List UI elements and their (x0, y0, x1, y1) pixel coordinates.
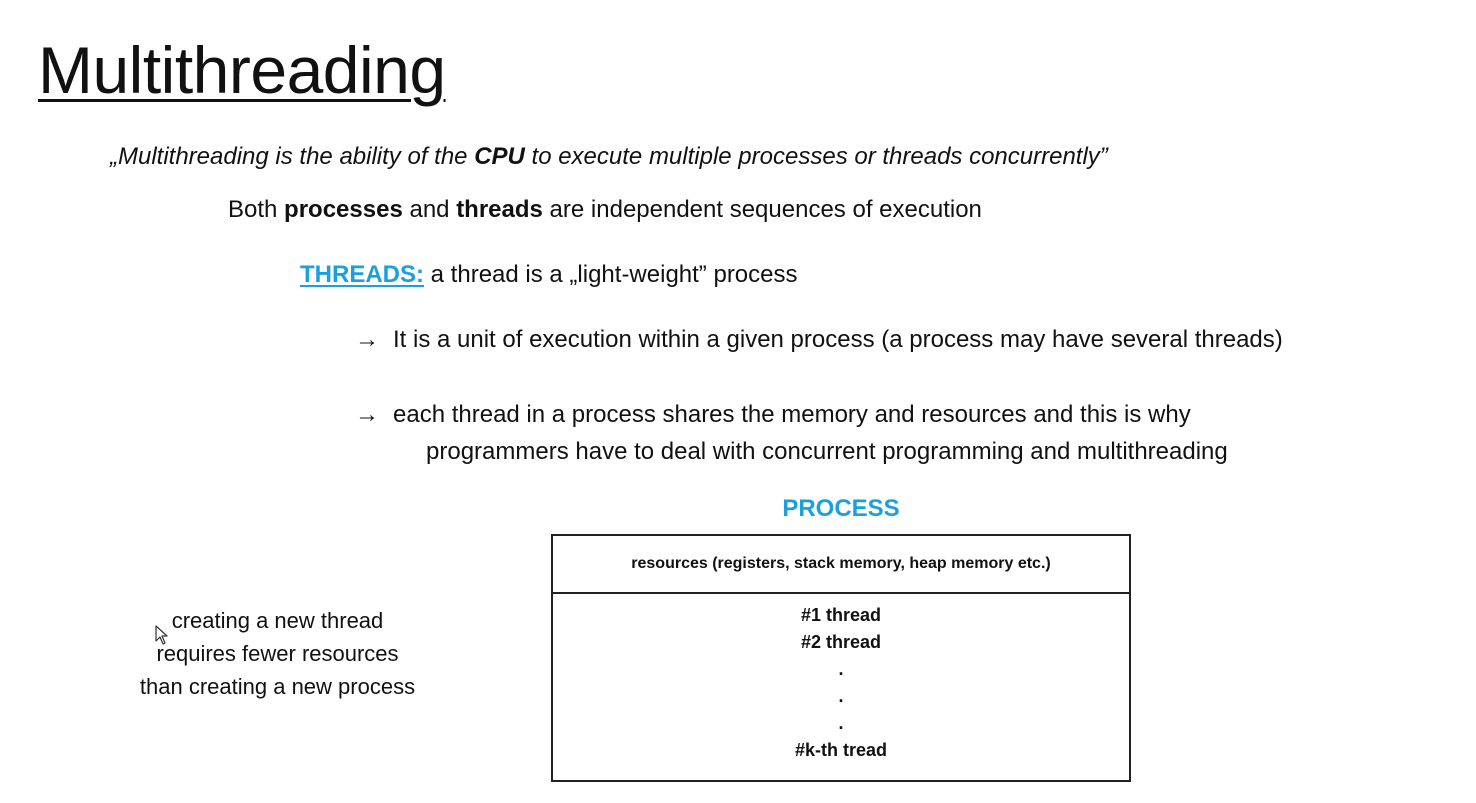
process-diagram-title: PROCESS (782, 495, 900, 522)
mouse-pointer-icon (155, 625, 168, 645)
threads-definition-text: a thread is a „light-weight” process (424, 261, 798, 288)
ellipsis-dot: . (838, 686, 844, 706)
side-note-line: than creating a new process (139, 674, 416, 699)
thread-item-last: #k-th tread (794, 740, 888, 760)
bullet-text-continuation: programmers have to deal with concurrent… (426, 438, 1228, 465)
side-note: creating a new thread requires fewer res… (115, 604, 440, 703)
process-diagram-box: resources (registers, stack memory, heap… (551, 534, 1131, 782)
right-arrow-icon: → (355, 401, 379, 428)
both-part-2: and (402, 196, 457, 223)
bullet-shared-memory: → each thread in a process shares the mem… (355, 396, 1191, 433)
right-arrow-icon: → (355, 326, 379, 353)
quote-text-before: „Multithreading is the ability of the (110, 143, 475, 170)
bullet-unit-of-execution: → It is a unit of execution within a give… (355, 321, 1283, 358)
threads-label: THREADS: (300, 261, 424, 288)
threads-list: #1 thread #2 thread . . . #k-th tread (553, 594, 1129, 764)
thread-item: #2 thread (800, 632, 882, 652)
processes-bold: processes (284, 196, 403, 223)
ellipsis-dot: . (838, 659, 844, 679)
bullet-text: It is a unit of execution within a given… (393, 326, 1283, 353)
ellipsis-dot: . (838, 713, 844, 733)
thread-item: #1 thread (800, 605, 882, 625)
both-part-1: Both (228, 196, 285, 223)
bullet-text: each thread in a process shares the memo… (393, 401, 1191, 428)
both-part-3: are independent sequences of execution (542, 196, 982, 223)
quote-cpu-bold: CPU (474, 143, 525, 170)
definition-quote: „Multithreading is the ability of the CP… (110, 140, 1108, 174)
processes-threads-statement: Both processes and threads are independe… (228, 193, 982, 227)
threads-definition: THREADS: a thread is a „light-weight” pr… (300, 258, 798, 292)
threads-bold: threads (456, 196, 543, 223)
slide-title: Multithreading (38, 33, 446, 107)
quote-text-after: to execute multiple processes or threads… (524, 143, 1108, 170)
resources-row: resources (registers, stack memory, heap… (553, 536, 1129, 594)
